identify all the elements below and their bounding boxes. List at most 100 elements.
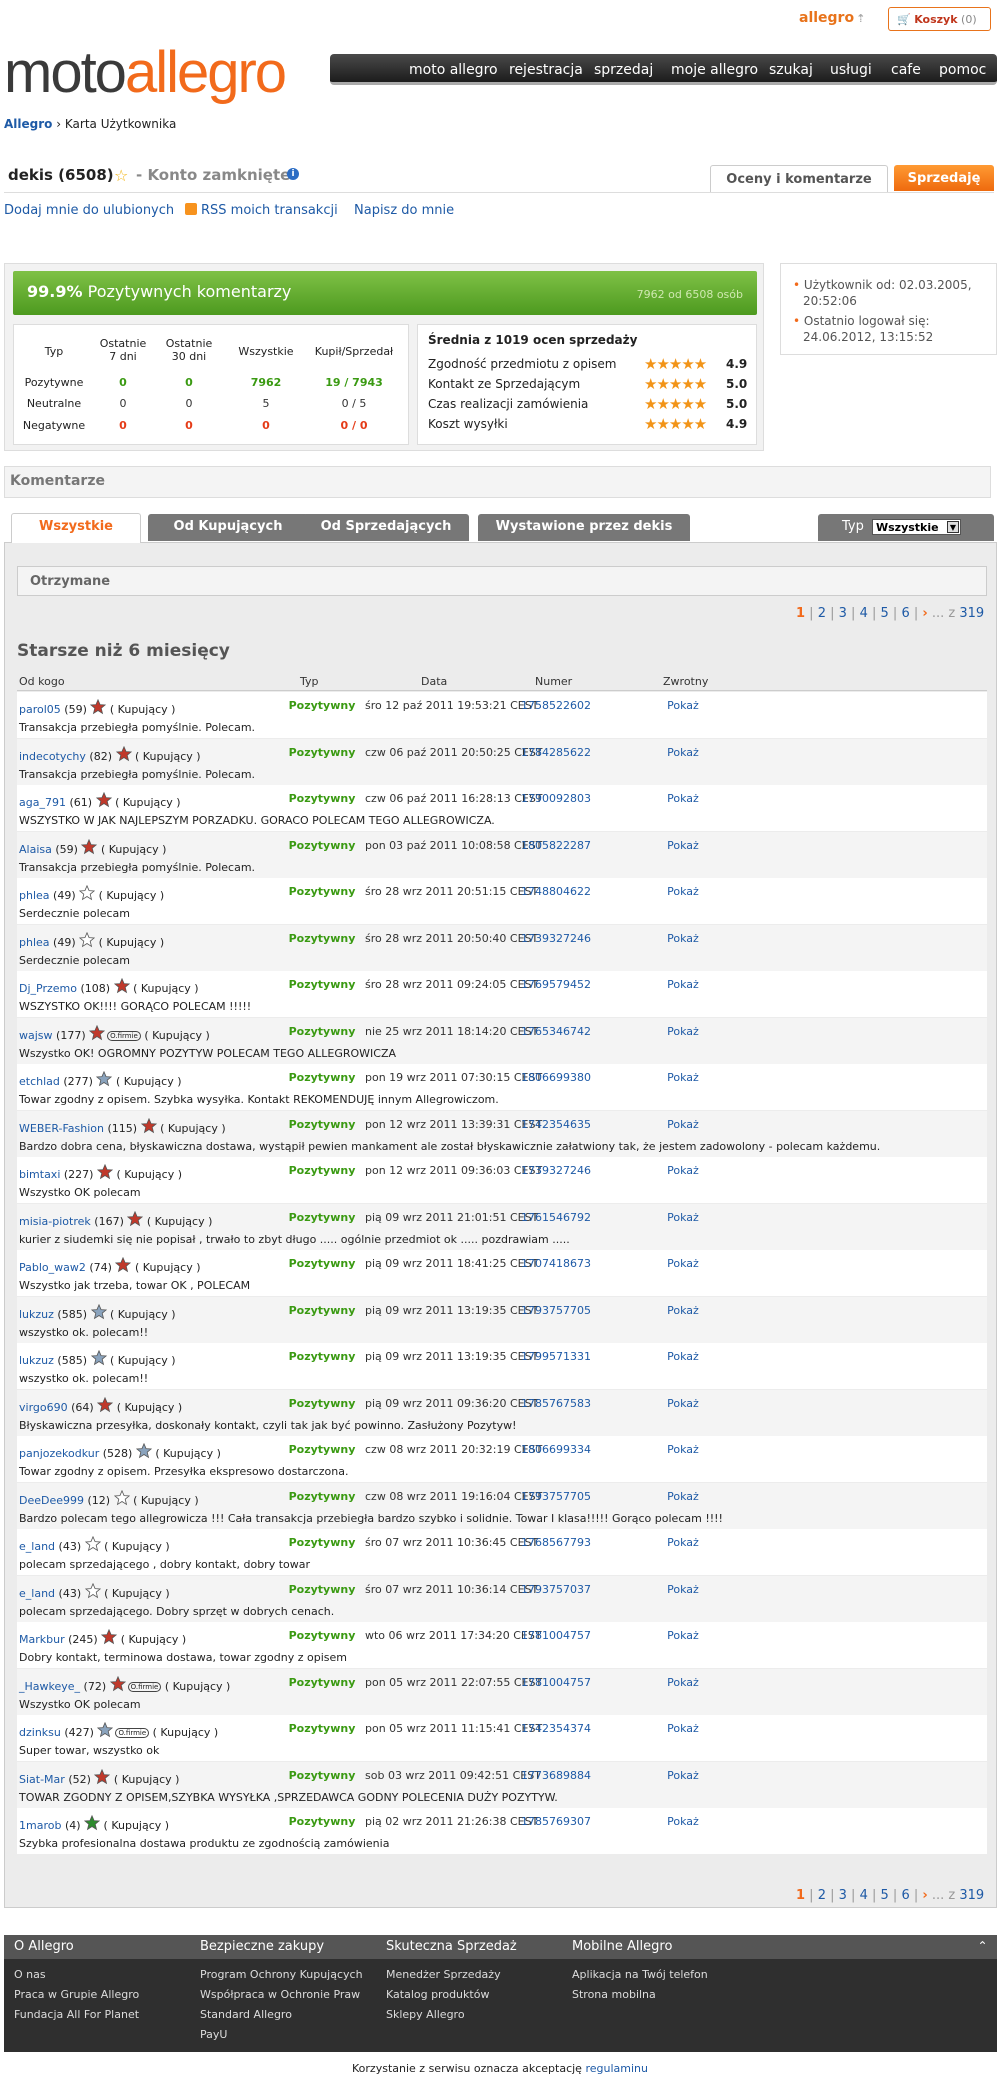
show-reply-link[interactable]: Pokaż (635, 978, 731, 991)
show-reply-link[interactable]: Pokaż (635, 885, 731, 898)
footer-link[interactable]: Aplikacja na Twój telefon (572, 1968, 708, 1981)
show-reply-link[interactable]: Pokaż (635, 1536, 731, 1549)
auction-number-link[interactable]: 1785767583 (495, 1397, 617, 1410)
feedback-user-link[interactable]: 1marob (19, 1819, 61, 1832)
feedback-user-link[interactable]: e_land (19, 1540, 55, 1553)
auction-number-link[interactable]: 1769579452 (495, 978, 617, 991)
add-to-favorites-link[interactable]: Dodaj mnie do ulubionych (4, 203, 174, 218)
auction-number-link[interactable]: 1765346742 (495, 1025, 617, 1038)
show-reply-link[interactable]: Pokaż (635, 1164, 731, 1177)
show-reply-link[interactable]: Pokaż (635, 932, 731, 945)
footer-link[interactable]: Program Ochrony Kupujących (200, 1968, 363, 1981)
show-reply-link[interactable]: Pokaż (635, 839, 731, 852)
nav-sprzedaj[interactable]: sprzedaj (594, 62, 653, 78)
show-reply-link[interactable]: Pokaż (635, 1118, 731, 1131)
auction-number-link[interactable]: 1793757705 (495, 1304, 617, 1317)
footer-link[interactable]: Praca w Grupie Allegro (14, 1988, 139, 2001)
auction-number-link[interactable]: 1781004757 (495, 1676, 617, 1689)
show-reply-link[interactable]: Pokaż (635, 1583, 731, 1596)
auction-number-link[interactable]: 1799571331 (495, 1350, 617, 1363)
feedback-user-link[interactable]: dzinksu (19, 1726, 61, 1739)
feedback-user-link[interactable]: bimtaxi (19, 1168, 60, 1181)
type-select[interactable]: Wszystkie ▼ (872, 519, 961, 535)
auction-number-link[interactable]: 1784285622 (495, 746, 617, 759)
auction-number-link[interactable]: 1785769307 (495, 1815, 617, 1828)
tab-od-kupujacych[interactable]: Od Kupujących (148, 514, 308, 541)
show-reply-link[interactable]: Pokaż (635, 1211, 731, 1224)
motoallegro-logo[interactable]: motoallegro (4, 44, 287, 102)
auction-number-link[interactable]: 1806699380 (495, 1071, 617, 1084)
feedback-user-link[interactable]: lukzuz (19, 1354, 54, 1367)
show-reply-link[interactable]: Pokaż (635, 1350, 731, 1363)
info-icon[interactable]: i (287, 168, 299, 180)
feedback-user-link[interactable]: Pablo_waw2 (19, 1261, 86, 1274)
footer-link[interactable]: PayU (200, 2028, 227, 2041)
nav-cafe[interactable]: cafe (891, 62, 921, 78)
feedback-user-link[interactable]: WEBER-Fashion (19, 1122, 104, 1135)
footer-link[interactable]: Katalog produktów (386, 1988, 489, 2001)
auction-number-link[interactable]: 1790092803 (495, 792, 617, 805)
show-reply-link[interactable]: Pokaż (635, 1071, 731, 1084)
auction-number-link[interactable]: 1806699334 (495, 1443, 617, 1456)
feedback-user-link[interactable]: virgo690 (19, 1401, 68, 1414)
show-reply-link[interactable]: Pokaż (635, 1769, 731, 1782)
tab-od-sprzedajacych[interactable]: Od Sprzedających (303, 514, 469, 541)
tab-wystawione[interactable]: Wystawione przez dekis (478, 514, 690, 541)
auction-number-link[interactable]: 1739327246 (495, 1164, 617, 1177)
next-page-icon[interactable]: › (922, 606, 927, 621)
regulamin-link[interactable]: regulaminu (585, 2062, 648, 2075)
nav-pomoc[interactable]: pomoc (939, 62, 986, 78)
footer-link[interactable]: Współpraca w Ochronie Praw (200, 1988, 360, 2001)
show-reply-link[interactable]: Pokaż (635, 1815, 731, 1828)
auction-number-link[interactable]: 1758522602 (495, 699, 617, 712)
tab-sprzedaje[interactable]: Sprzedaję (894, 165, 994, 191)
feedback-user-link[interactable]: Siat-Mar (19, 1773, 65, 1786)
feedback-user-link[interactable]: indecotychy (19, 750, 86, 763)
auction-number-link[interactable]: 1739327246 (495, 932, 617, 945)
nav-moto-allegro[interactable]: moto allegro (409, 62, 498, 78)
cart-button[interactable]: 🛒 Koszyk (0) (888, 7, 991, 31)
next-page-icon[interactable]: › (922, 1888, 927, 1903)
show-reply-link[interactable]: Pokaż (635, 1676, 731, 1689)
feedback-user-link[interactable]: parol05 (19, 703, 61, 716)
feedback-user-link[interactable]: DeeDee999 (19, 1494, 84, 1507)
footer-link[interactable]: Menedżer Sprzedaży (386, 1968, 501, 1981)
show-reply-link[interactable]: Pokaż (635, 1025, 731, 1038)
allegro-home-link[interactable]: allegro ⇡ (799, 10, 865, 26)
feedback-user-link[interactable]: e_land (19, 1587, 55, 1600)
auction-number-link[interactable]: 1781004757 (495, 1629, 617, 1642)
auction-number-link[interactable]: 1742354635 (495, 1118, 617, 1131)
show-reply-link[interactable]: Pokaż (635, 699, 731, 712)
show-reply-link[interactable]: Pokaż (635, 1397, 731, 1410)
feedback-user-link[interactable]: Markbur (19, 1633, 65, 1646)
feedback-user-link[interactable]: Dj_Przemo (19, 982, 77, 995)
feedback-user-link[interactable]: misia-piotrek (19, 1215, 91, 1228)
feedback-user-link[interactable]: phlea (19, 936, 50, 949)
footer-link[interactable]: O nas (14, 1968, 46, 1981)
show-reply-link[interactable]: Pokaż (635, 1443, 731, 1456)
show-reply-link[interactable]: Pokaż (635, 792, 731, 805)
feedback-user-link[interactable]: wajsw (19, 1029, 53, 1042)
scroll-top-icon[interactable]: ⌃ (974, 1939, 991, 1955)
show-reply-link[interactable]: Pokaż (635, 746, 731, 759)
auction-number-link[interactable]: 1773689884 (495, 1769, 617, 1782)
show-reply-link[interactable]: Pokaż (635, 1629, 731, 1642)
auction-number-link[interactable]: 1761546792 (495, 1211, 617, 1224)
rss-link[interactable]: RSS moich transakcji (201, 203, 338, 218)
auction-number-link[interactable]: 1742354374 (495, 1722, 617, 1735)
feedback-user-link[interactable]: Alaisa (19, 843, 52, 856)
feedback-user-link[interactable]: _Hawkeye_ (19, 1680, 80, 1693)
auction-number-link[interactable]: 1805822287 (495, 839, 617, 852)
show-reply-link[interactable]: Pokaż (635, 1304, 731, 1317)
feedback-user-link[interactable]: lukzuz (19, 1308, 54, 1321)
feedback-user-link[interactable]: panjozekodkur (19, 1447, 99, 1460)
footer-link[interactable]: Standard Allegro (200, 2008, 292, 2021)
tab-wszystkie[interactable]: Wszystkie (11, 513, 141, 543)
feedback-user-link[interactable]: phlea (19, 889, 50, 902)
footer-link[interactable]: Sklepy Allegro (386, 2008, 465, 2021)
auction-number-link[interactable]: 1768567793 (495, 1536, 617, 1549)
tab-oceny-i-komentarze[interactable]: Oceny i komentarze (710, 165, 888, 192)
show-reply-link[interactable]: Pokaż (635, 1257, 731, 1270)
auction-number-link[interactable]: 1707418673 (495, 1257, 617, 1270)
nav-uslugi[interactable]: usługi (830, 62, 872, 78)
